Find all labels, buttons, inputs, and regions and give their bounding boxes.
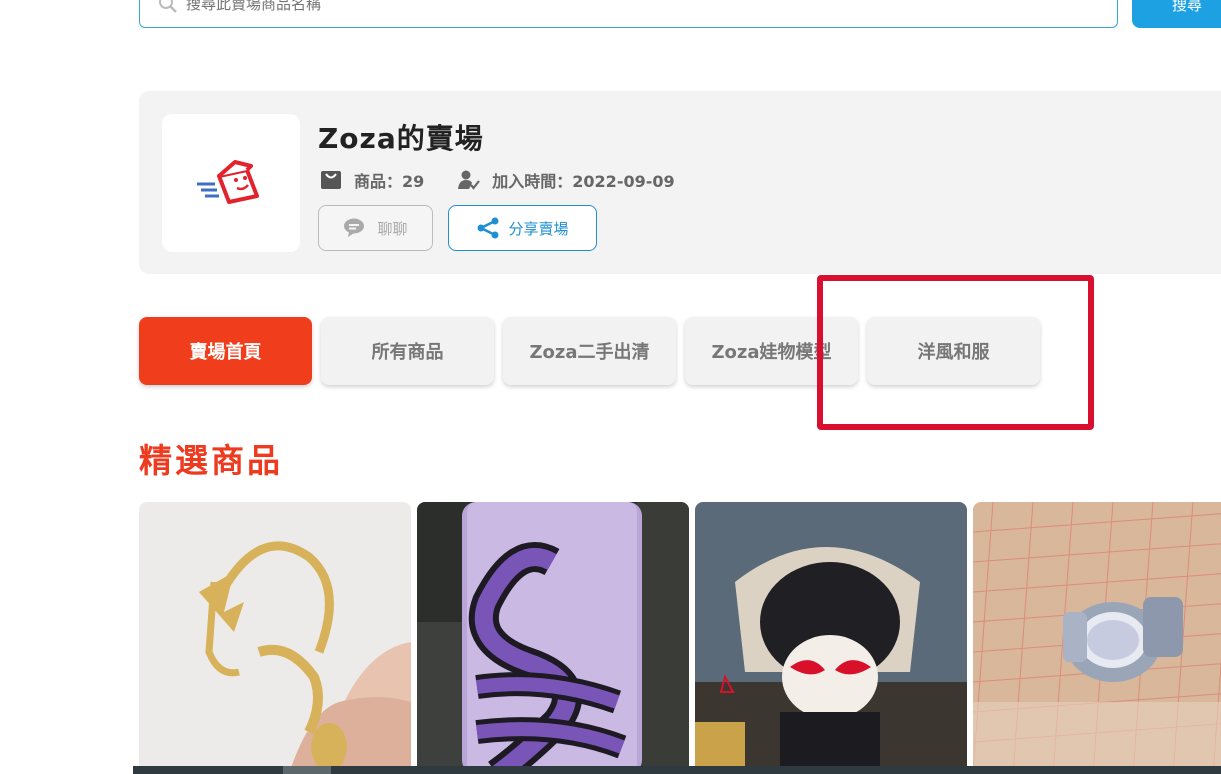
shopping-box-logo-icon (197, 160, 259, 204)
product-count-label: 商品：29 (354, 172, 425, 191)
horizontal-scrollbar[interactable] (133, 766, 1221, 774)
product-card[interactable] (973, 502, 1221, 774)
join-date-label: 加入時間：2022-09-09 (492, 172, 675, 191)
scrollbar-thumb[interactable] (283, 766, 331, 774)
tab-all-products[interactable]: 所有商品 (321, 317, 494, 385)
user-check-icon (458, 170, 481, 190)
featured-products-grid (139, 502, 1221, 774)
search-button[interactable]: 搜尋 (1132, 0, 1221, 28)
tab-store-home[interactable]: 賣場首頁 (139, 317, 312, 385)
featured-products-title: 精選商品 (139, 441, 283, 480)
share-label: 分享賣場 (508, 219, 569, 238)
search-icon (158, 0, 178, 14)
store-name: Zoza的賣場 (318, 122, 484, 155)
store-logo (162, 114, 300, 252)
tab-zoza-secondhand[interactable]: Zoza二手出清 (503, 317, 676, 385)
tab-label: Zoza二手出清 (529, 342, 650, 363)
chat-label: 聊聊 (377, 219, 408, 238)
store-actions: 聊聊 分享賣場 (318, 205, 597, 251)
tab-label: 所有商品 (371, 342, 444, 363)
product-image (695, 502, 967, 774)
product-card[interactable] (695, 502, 967, 774)
chat-bubble-icon (344, 218, 365, 237)
tab-label: Zoza娃物模型 (711, 342, 832, 363)
product-card[interactable] (139, 502, 411, 774)
store-page: 搜尋 Zoza的賣場 商品：29 加入時間：2022-09-09 (0, 0, 1221, 774)
share-store-button[interactable]: 分享賣場 (448, 205, 597, 251)
tab-label: 賣場首頁 (189, 342, 262, 363)
store-meta: 商品：29 加入時間：2022-09-09 (320, 168, 709, 192)
search-box[interactable] (139, 0, 1118, 28)
product-count: 商品：29 (320, 168, 424, 192)
product-image (417, 502, 689, 774)
product-image (139, 502, 411, 774)
search-input[interactable] (186, 0, 786, 13)
product-card[interactable] (417, 502, 689, 774)
share-icon (477, 217, 499, 239)
join-date: 加入時間：2022-09-09 (458, 168, 675, 192)
store-info-card: Zoza的賣場 商品：29 加入時間：2022-09-09 聊聊 分享賣場 (139, 91, 1221, 274)
chat-button[interactable]: 聊聊 (318, 205, 433, 251)
highlight-annotation (817, 275, 1094, 430)
product-image (973, 502, 1221, 774)
shopping-bag-icon (321, 171, 341, 189)
